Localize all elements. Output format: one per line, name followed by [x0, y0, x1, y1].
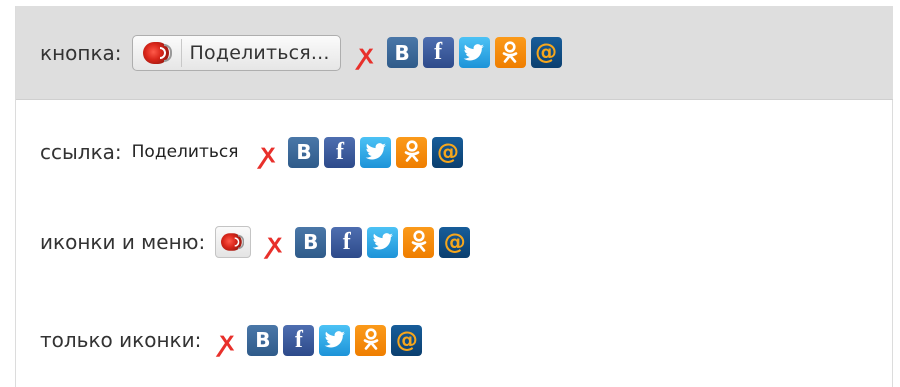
mail-ru-icon[interactable]: @	[439, 226, 471, 258]
moi-mir-icon[interactable]: ꭗ	[252, 137, 283, 169]
twitter-icon[interactable]	[360, 136, 392, 168]
row-link-style: ссылка: Поделиться ꭗ B f @	[16, 120, 893, 184]
odnoklassniki-icon[interactable]	[355, 324, 387, 356]
mail-ru-icon[interactable]: @	[432, 136, 464, 168]
row-label: ссылка:	[40, 140, 122, 164]
share-speaker-icon	[141, 40, 175, 66]
share-menu-button[interactable]	[215, 226, 252, 258]
share-button-label: Поделиться...	[189, 41, 330, 64]
twitter-icon[interactable]	[319, 324, 351, 356]
vkontakte-icon[interactable]: B	[288, 136, 320, 168]
odnoklassniki-icon[interactable]	[403, 226, 435, 258]
button-divider	[180, 38, 182, 67]
moi-mir-icon[interactable]: ꭗ	[211, 325, 242, 357]
facebook-icon[interactable]: f	[324, 136, 356, 168]
row-label: кнопка:	[40, 40, 122, 65]
facebook-icon[interactable]: f	[283, 324, 315, 356]
vkontakte-icon[interactable]: B	[247, 324, 279, 356]
vkontakte-icon[interactable]: B	[295, 226, 327, 258]
share-speaker-icon	[220, 232, 247, 253]
vkontakte-icon[interactable]: B	[386, 37, 418, 68]
moi-mir-icon[interactable]: ꭗ	[259, 227, 290, 259]
mail-ru-icon[interactable]: @	[530, 37, 562, 68]
row-label: иконки и меню:	[40, 230, 206, 254]
service-icons: ꭗ B f @	[259, 226, 471, 259]
moi-mir-icon[interactable]: ꭗ	[351, 37, 382, 70]
service-icons: ꭗ B f @	[351, 37, 562, 70]
facebook-icon[interactable]: f	[422, 37, 454, 68]
service-icons: ꭗ B f @	[252, 136, 464, 169]
twitter-icon[interactable]	[458, 37, 490, 68]
facebook-icon[interactable]: f	[331, 226, 363, 258]
twitter-icon[interactable]	[367, 226, 399, 258]
share-link[interactable]: Поделиться	[132, 142, 239, 162]
row-button-style: кнопка: Поделиться... ꭗ B f @	[16, 6, 893, 100]
row-label: только иконки:	[40, 328, 202, 352]
service-icons: ꭗ B f @	[211, 324, 423, 357]
odnoklassniki-icon[interactable]	[494, 37, 526, 68]
row-icons-and-menu-style: иконки и меню: ꭗ B f @	[16, 210, 893, 274]
row-icons-only-style: только иконки: ꭗ B f @	[16, 308, 893, 372]
share-button[interactable]: Поделиться...	[131, 34, 341, 71]
odnoklassniki-icon[interactable]	[396, 136, 428, 168]
mail-ru-icon[interactable]: @	[391, 324, 423, 356]
